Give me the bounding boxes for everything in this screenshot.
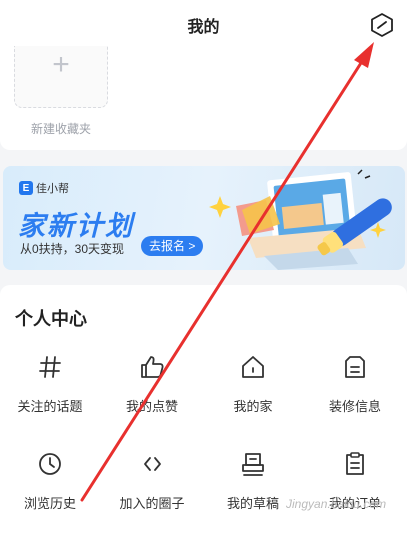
menu-label: 浏览历史	[23, 496, 76, 511]
favorites-card: + 新建收藏夹	[0, 46, 407, 150]
brand-logo: E	[19, 181, 33, 195]
banner-signup-button[interactable]: 去报名 >	[141, 236, 204, 256]
brand-name: 佳小帮	[36, 183, 69, 195]
top-header: 我的	[0, 0, 407, 46]
plus-icon: +	[52, 48, 70, 81]
thumbs-up-icon	[141, 356, 164, 378]
settings-hexagon-icon[interactable]	[369, 12, 395, 38]
menu-label: 加入的圈子	[119, 496, 185, 511]
banner-illustration	[209, 169, 392, 270]
banner-headline: 家新计划	[18, 211, 134, 241]
promo-banner[interactable]: E 佳小帮 家新计划 从0扶持，30天变现 去报名 >	[3, 166, 405, 270]
banner-brand: E 佳小帮	[19, 180, 69, 196]
menu-my-home[interactable]: 我的家	[203, 353, 303, 415]
draft-stamp-icon	[242, 453, 264, 476]
menu-renovation-info[interactable]: 装修信息	[305, 353, 405, 415]
new-favorite-button[interactable]: +	[14, 46, 108, 108]
home-icon	[242, 356, 264, 378]
menu-label: 装修信息	[328, 399, 381, 414]
menu-label: 我的家	[233, 399, 273, 414]
menu-label: 我的点赞	[125, 399, 178, 414]
order-list-icon	[346, 452, 364, 475]
menu-label: 关注的话题	[17, 399, 83, 414]
watermark-text: Jingyan.baidu.com	[286, 497, 387, 511]
menu-joined-circles[interactable]: 加入的圈子	[102, 450, 202, 512]
page-title: 我的	[187, 19, 220, 36]
new-favorite-label: 新建收藏夹	[30, 122, 91, 136]
menu-my-likes[interactable]: 我的点赞	[102, 353, 202, 415]
hashtag-icon	[39, 356, 61, 378]
banner-subtitle: 从0扶持，30天变现	[20, 242, 125, 256]
clock-icon	[39, 453, 61, 475]
section-title: 个人中心	[15, 309, 87, 329]
code-brackets-icon	[144, 457, 161, 471]
document-icon	[345, 356, 365, 378]
menu-followed-topics[interactable]: 关注的话题	[0, 353, 100, 415]
menu-browse-history[interactable]: 浏览历史	[0, 450, 100, 512]
